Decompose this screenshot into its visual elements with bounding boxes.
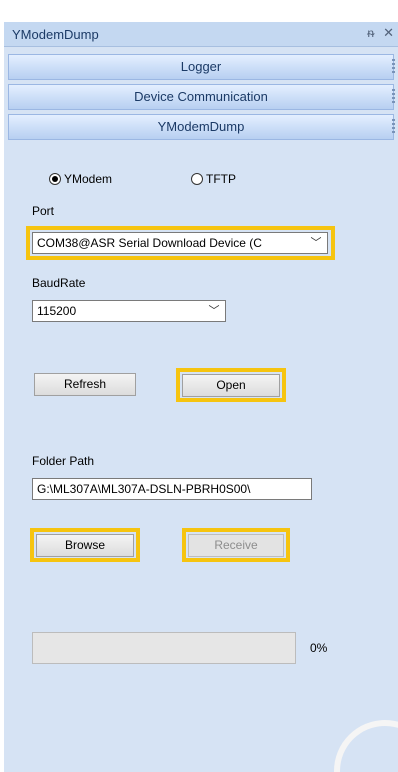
radio-tftp[interactable]: TFTP (191, 172, 236, 186)
port-value: COM38@ASR Serial Download Device (C (37, 236, 262, 250)
ymodem-dump-panel: YModemDump ᵰ ✕ Logger Device Communicati… (4, 22, 398, 772)
chevron-down-icon[interactable]: ﹀ (309, 233, 323, 253)
header-ymodemdump[interactable]: YModemDump (8, 114, 395, 140)
chevron-down-icon[interactable]: ﹀ (207, 301, 221, 321)
refresh-button[interactable]: Refresh (34, 373, 136, 396)
top-strip (0, 0, 398, 22)
header-device-communication-label: Device Communication (134, 89, 268, 104)
pin-icon[interactable]: ᵰ (367, 26, 374, 40)
progress-percent: 0% (310, 641, 328, 655)
radio-ymodem-label: YModem (64, 172, 113, 186)
folder-path-input[interactable]: G:\ML307A\ML307A-DSLN-PBRH0S00\ (32, 478, 312, 500)
baudrate-label: BaudRate (32, 276, 86, 290)
panel-titlebar: YModemDump ᵰ ✕ (4, 22, 398, 47)
folder-path-label: Folder Path (32, 454, 95, 468)
baudrate-value: 115200 (37, 304, 77, 318)
grip-icon (392, 119, 395, 135)
header-ymodemdump-label: YModemDump (157, 119, 245, 134)
port-label: Port (32, 204, 55, 218)
radio-ymodem[interactable]: YModem (49, 172, 112, 186)
radio-unchecked-icon (191, 173, 203, 185)
watermark-mark (278, 692, 398, 772)
port-select[interactable]: COM38@ASR Serial Download Device (C ﹀ (32, 232, 328, 254)
radio-tftp-label: TFTP (206, 172, 236, 186)
close-icon[interactable]: ✕ (383, 25, 394, 41)
header-logger-label: Logger (180, 59, 222, 74)
radio-checked-icon (49, 173, 61, 185)
progress-bar (32, 632, 296, 664)
browse-button[interactable]: Browse (36, 534, 134, 557)
grip-icon (392, 59, 395, 75)
baudrate-select[interactable]: 115200 ﹀ (32, 300, 226, 322)
ymodem-form: YModem TFTP Port COM38@ASR Serial Downlo… (4, 148, 398, 772)
receive-button[interactable]: Receive (188, 534, 284, 557)
grip-icon (392, 89, 395, 105)
header-device-communication[interactable]: Device Communication (8, 84, 395, 110)
header-logger[interactable]: Logger (8, 54, 395, 80)
panel-title: YModemDump (12, 27, 99, 42)
open-button[interactable]: Open (182, 374, 280, 397)
folder-path-value: G:\ML307A\ML307A-DSLN-PBRH0S00\ (37, 482, 251, 496)
